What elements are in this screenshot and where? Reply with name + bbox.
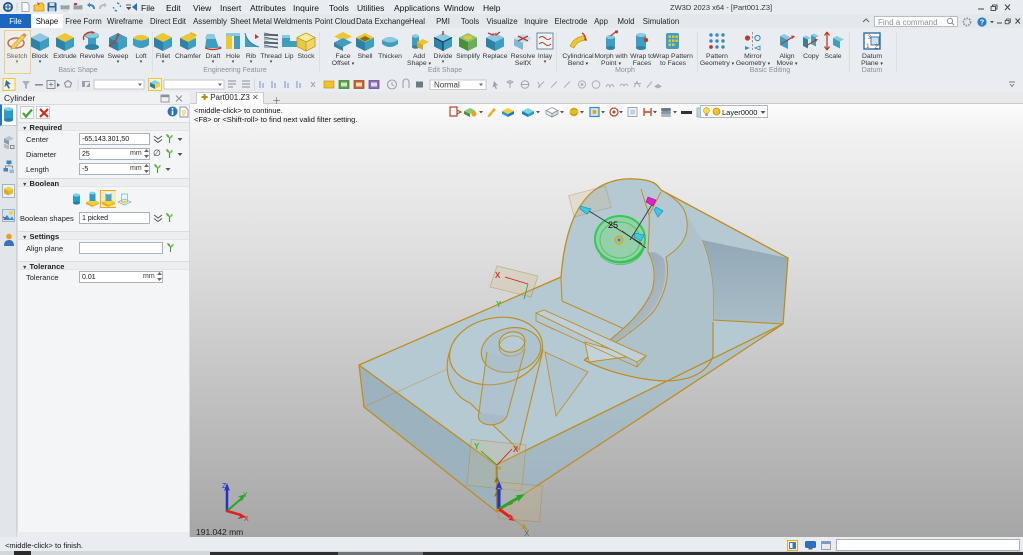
svg-text:2: 2 — [875, 44, 879, 51]
svg-text:X: X — [244, 516, 249, 523]
svg-text:X: X — [495, 271, 501, 280]
svg-text:Y: Y — [496, 300, 502, 309]
svg-text:Y: Y — [474, 442, 480, 451]
svg-text:Z: Z — [222, 483, 227, 490]
svg-text:?: ? — [980, 19, 984, 26]
svg-text:3: 3 — [868, 34, 872, 41]
svg-text:X: X — [513, 445, 519, 454]
svg-text:Normal: Normal — [434, 81, 460, 90]
svg-text:191.042 mm: 191.042 mm — [196, 527, 243, 537]
svg-text:X: X — [524, 529, 530, 537]
svg-text:Y: Y — [243, 492, 248, 499]
svg-text:1: 1 — [866, 43, 870, 50]
svg-text:25: 25 — [608, 220, 618, 230]
